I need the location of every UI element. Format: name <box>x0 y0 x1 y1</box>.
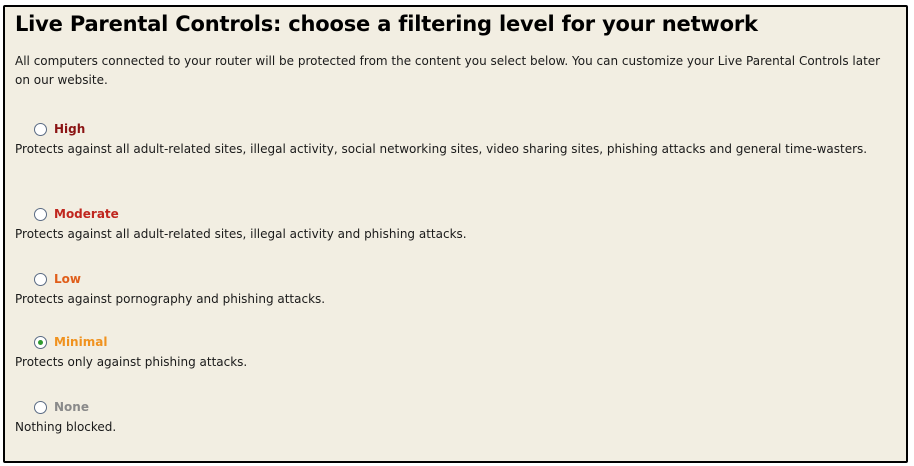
radio-button-low[interactable] <box>34 272 47 286</box>
option-minimal: Minimal Protects only against phishing a… <box>15 332 900 372</box>
option-high-description: Protects against all adult-related sites… <box>15 142 868 156</box>
page-title: Live Parental Controls: choose a filteri… <box>15 12 758 36</box>
option-high-label[interactable]: High <box>54 119 85 139</box>
option-low-row[interactable]: Low <box>15 269 900 289</box>
option-none-label[interactable]: None <box>54 397 89 417</box>
radio-button-none[interactable] <box>34 400 47 414</box>
option-low-label[interactable]: Low <box>54 269 81 289</box>
option-none: None Nothing blocked. <box>15 397 900 437</box>
radio-button-high[interactable] <box>34 122 47 136</box>
option-moderate-row[interactable]: Moderate <box>15 204 900 224</box>
option-high-row[interactable]: High <box>15 119 900 139</box>
intro-text: All computers connected to your router w… <box>15 54 881 87</box>
option-moderate-label[interactable]: Moderate <box>54 204 119 224</box>
option-moderate: Moderate Protects against all adult-rela… <box>15 204 900 244</box>
option-low: Low Protects against pornography and phi… <box>15 269 900 309</box>
option-none-description: Nothing blocked. <box>15 420 117 434</box>
option-none-row[interactable]: None <box>15 397 900 417</box>
option-minimal-description: Protects only against phishing attacks. <box>15 355 248 369</box>
radio-button-minimal[interactable] <box>34 335 47 349</box>
option-low-description: Protects against pornography and phishin… <box>15 292 326 306</box>
option-minimal-row[interactable]: Minimal <box>15 332 900 352</box>
parental-controls-panel: Live Parental Controls: choose a filteri… <box>3 5 908 463</box>
option-moderate-description: Protects against all adult-related sites… <box>15 227 467 241</box>
radio-button-moderate[interactable] <box>34 207 47 221</box>
option-high: High Protects against all adult-related … <box>15 119 900 159</box>
option-minimal-label[interactable]: Minimal <box>54 332 107 352</box>
